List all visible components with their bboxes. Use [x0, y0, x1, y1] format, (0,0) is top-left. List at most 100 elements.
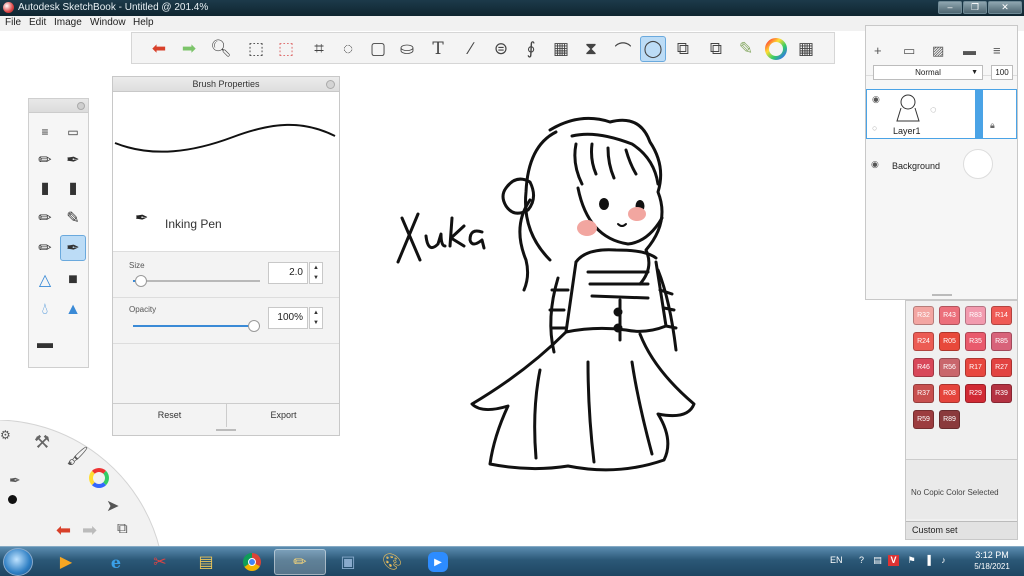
- size-slider-thumb[interactable]: [135, 275, 148, 287]
- copic-swatch[interactable]: R43: [939, 306, 960, 325]
- brush-library-icon[interactable]: ✎: [733, 36, 759, 62]
- minimize-button[interactable]: –: [938, 1, 962, 14]
- distort-icon[interactable]: ▢: [365, 36, 391, 62]
- add-layer-icon[interactable]: +: [874, 43, 882, 58]
- volume-icon[interactable]: ♪: [938, 555, 949, 566]
- tools-icon[interactable]: ⚒: [34, 432, 50, 453]
- layer-lock-icon[interactable]: 🔒︎: [990, 120, 995, 131]
- drawing-canvas[interactable]: [340, 100, 740, 480]
- close-button[interactable]: ✕: [988, 1, 1022, 14]
- help-icon[interactable]: ?: [856, 555, 867, 566]
- layer-row-layer1[interactable]: ◉ ○ ◌ Layer1 🔒︎: [866, 89, 1017, 139]
- fill-icon[interactable]: ⛀: [394, 36, 420, 62]
- layer-row-background[interactable]: ◉ Background: [866, 143, 1017, 185]
- panel-grip[interactable]: [216, 429, 236, 431]
- tools-palette-close-icon[interactable]: [77, 102, 85, 110]
- airbrush-icon[interactable]: ✎: [60, 205, 86, 231]
- paintbrush-icon[interactable]: ✏: [32, 205, 58, 231]
- start-button[interactable]: [3, 548, 33, 576]
- ballpoint-brush-icon[interactable]: ✒: [60, 147, 86, 173]
- menu-window[interactable]: Window: [90, 17, 126, 28]
- layer-opacity-bar[interactable]: [975, 89, 983, 139]
- layer-editor-icon[interactable]: ⧉: [703, 36, 729, 62]
- visibility-eye-icon[interactable]: ◉: [871, 159, 879, 170]
- opacity-stepper[interactable]: ▲ ▼: [309, 307, 323, 329]
- hard-eraser-icon[interactable]: ▬: [32, 331, 58, 357]
- palette-icon[interactable]: ▦: [793, 36, 819, 62]
- media-player-icon[interactable]: ▶: [40, 549, 92, 575]
- pen-indicator-icon[interactable]: ✒: [9, 472, 21, 489]
- clock-time[interactable]: 3:12 PM: [967, 550, 1017, 560]
- layer-lock-dot-icon[interactable]: ○: [872, 123, 877, 133]
- undo-icon[interactable]: ⬅: [146, 36, 172, 62]
- copic-swatch[interactable]: R24: [913, 332, 934, 351]
- color-wheel-icon[interactable]: [763, 36, 789, 62]
- copic-swatch[interactable]: R29: [965, 384, 986, 403]
- copic-swatch[interactable]: R14: [991, 306, 1012, 325]
- clock-date[interactable]: 5/18/2021: [967, 562, 1017, 571]
- felt-pen-icon[interactable]: ✏: [32, 235, 58, 261]
- brush-properties-close-icon[interactable]: [326, 80, 335, 89]
- shape-icon[interactable]: ⧉: [670, 36, 696, 62]
- add-group-icon[interactable]: ▭: [903, 43, 915, 59]
- chisel-marker-icon[interactable]: ▮: [60, 175, 86, 201]
- transform-select-icon[interactable]: ⬚: [273, 36, 299, 62]
- opacity-slider-thumb[interactable]: [248, 320, 260, 332]
- redo-icon[interactable]: ➡: [176, 36, 202, 62]
- background-color-swatch[interactable]: [963, 149, 993, 179]
- copic-swatch[interactable]: R56: [939, 358, 960, 377]
- copic-swatch[interactable]: R46: [913, 358, 934, 377]
- brush-set-icon[interactable]: ▭: [60, 119, 86, 145]
- opacity-slider[interactable]: [133, 320, 260, 332]
- marker-brush-icon[interactable]: ▮: [32, 175, 58, 201]
- copic-swatch[interactable]: R85: [991, 332, 1012, 351]
- add-image-icon[interactable]: ▨: [932, 43, 944, 59]
- select-arrow-icon[interactable]: ➤: [106, 496, 119, 516]
- menu-image[interactable]: Image: [54, 17, 82, 28]
- brush-icon[interactable]: 🖌︎: [66, 446, 89, 467]
- export-button[interactable]: Export: [228, 404, 339, 427]
- color-puck-icon[interactable]: [8, 495, 17, 504]
- panel-grip[interactable]: [932, 294, 952, 296]
- copic-swatch[interactable]: R89: [939, 410, 960, 429]
- copic-swatch[interactable]: R39: [991, 384, 1012, 403]
- stroke-icon[interactable]: ⌒: [610, 36, 636, 62]
- merge-layer-icon[interactable]: ▬: [963, 43, 976, 58]
- crop-icon[interactable]: ⌗: [306, 36, 332, 62]
- ellipse-guide-icon[interactable]: ⊜: [488, 36, 514, 62]
- color-wheel-icon[interactable]: [89, 468, 109, 488]
- opacity-value[interactable]: 100%: [268, 307, 308, 329]
- sharpen-icon[interactable]: ▲: [60, 297, 86, 323]
- copic-swatch[interactable]: R59: [913, 410, 934, 429]
- blend-mode-select[interactable]: Normal ▼: [873, 65, 983, 80]
- perspective-icon[interactable]: ▦: [548, 36, 574, 62]
- menu-edit[interactable]: Edit: [29, 17, 46, 28]
- smudge-icon[interactable]: △: [32, 267, 58, 293]
- eraser-icon[interactable]: ■: [60, 267, 86, 293]
- copic-swatch[interactable]: R05: [939, 332, 960, 351]
- visibility-eye-icon[interactable]: ◉: [872, 94, 880, 105]
- custom-set-tab[interactable]: Custom set: [906, 521, 1017, 539]
- layer-opacity-field[interactable]: 100: [991, 65, 1013, 80]
- size-slider[interactable]: [133, 275, 260, 287]
- size-value[interactable]: 2.0: [268, 262, 308, 284]
- copic-swatch[interactable]: R32: [913, 306, 934, 325]
- zoom-icon[interactable]: 🔍︎: [208, 36, 234, 62]
- gear-icon[interactable]: ⚙: [0, 428, 11, 442]
- brush-settings-icon[interactable]: ≡: [32, 119, 58, 145]
- redo-icon[interactable]: ➡: [82, 520, 97, 541]
- copic-swatch[interactable]: R37: [913, 384, 934, 403]
- menu-file[interactable]: File: [5, 17, 21, 28]
- inking-pen-icon[interactable]: ✒: [60, 235, 86, 261]
- size-stepper[interactable]: ▲ ▼: [309, 262, 323, 284]
- undo-icon[interactable]: ⬅: [56, 520, 71, 541]
- select-icon[interactable]: ⬚: [243, 36, 269, 62]
- copic-swatch[interactable]: R08: [939, 384, 960, 403]
- zoom-app-icon[interactable]: ▶: [412, 549, 464, 575]
- copic-swatch[interactable]: R83: [965, 306, 986, 325]
- copic-swatch[interactable]: R27: [991, 358, 1012, 377]
- copic-swatch[interactable]: R35: [965, 332, 986, 351]
- language-indicator[interactable]: EN: [830, 555, 843, 565]
- vpn-v-icon[interactable]: V: [888, 555, 899, 566]
- chrome-icon[interactable]: [226, 549, 278, 575]
